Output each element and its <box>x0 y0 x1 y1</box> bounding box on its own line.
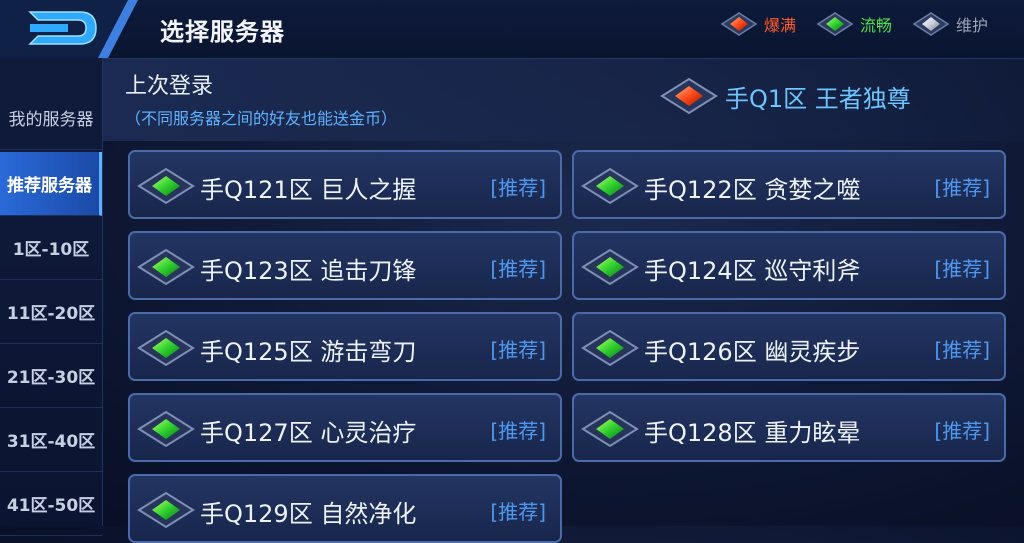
green-diamond-icon <box>581 248 639 286</box>
last-login-server[interactable]: 手Q1区 王者独尊 <box>659 77 911 115</box>
legend-smooth: 流畅 <box>816 12 892 36</box>
sidebar: 我的服务器 推荐服务器 1区-10区 11区-20区 21区-30区 31区-4… <box>0 58 103 536</box>
sidebar-item-31-40[interactable]: 31区-40区 <box>0 408 102 472</box>
recommended-tag: [推荐] <box>490 500 546 524</box>
last-login-title: 上次登录 <box>125 74 214 99</box>
server-card[interactable]: 手Q128区 重力眩晕 [推荐] <box>572 393 1006 462</box>
recommended-tag: [推荐] <box>490 419 546 443</box>
legend-smooth-label: 流畅 <box>859 16 892 35</box>
recommended-tag: [推荐] <box>934 338 990 362</box>
sidebar-item-label: 推荐服务器 <box>7 176 92 196</box>
sidebar-item-11-20[interactable]: 11区-20区 <box>0 280 102 344</box>
sidebar-item-label: 21区-30区 <box>6 368 96 388</box>
status-legend: 爆满 流畅 维护 <box>720 12 988 36</box>
last-login-note: （不同服务器之间的好友也能送金币） <box>125 109 398 128</box>
green-diamond-icon <box>581 329 639 367</box>
recommended-tag: [推荐] <box>490 257 546 281</box>
legend-full-label: 爆满 <box>763 16 796 35</box>
server-card[interactable]: 手Q126区 幽灵疾步 [推荐] <box>572 312 1006 381</box>
server-card[interactable]: 手Q121区 巨人之握 [推荐] <box>128 150 562 219</box>
server-name: 手Q125区 游击弯刀 <box>200 338 417 366</box>
sidebar-item-1-10[interactable]: 1区-10区 <box>0 216 102 280</box>
green-diamond-icon <box>137 167 195 205</box>
sidebar-item-label: 我的服务器 <box>8 110 94 130</box>
green-diamond-icon <box>581 167 639 205</box>
server-card[interactable]: 手Q124区 巡守利斧 [推荐] <box>572 231 1006 300</box>
last-login-server-name: 手Q1区 王者独尊 <box>725 84 911 113</box>
sidebar-item-label: 31区-40区 <box>6 432 96 452</box>
server-card[interactable]: 手Q125区 游击弯刀 [推荐] <box>128 312 562 381</box>
sidebar-item-41-50[interactable]: 41区-50区 <box>0 472 102 536</box>
sidebar-item-21-30[interactable]: 21区-30区 <box>0 344 102 408</box>
server-card[interactable]: 手Q123区 追击刀锋 [推荐] <box>128 231 562 300</box>
last-login-panel: 上次登录 （不同服务器之间的好友也能送金币） 手Q1区 王者独尊 <box>103 59 1024 141</box>
red-diamond-icon <box>720 12 758 36</box>
back-button[interactable] <box>0 0 140 58</box>
recommended-tag: [推荐] <box>934 257 990 281</box>
sidebar-item-my-servers[interactable]: 我的服务器 <box>0 86 102 150</box>
server-name: 手Q124区 巡守利斧 <box>644 257 861 285</box>
recommended-tag: [推荐] <box>490 176 546 200</box>
recommended-tag: [推荐] <box>934 176 990 200</box>
back-arrow-icon <box>0 0 138 58</box>
recommended-tag: [推荐] <box>490 338 546 362</box>
green-diamond-icon <box>137 248 195 286</box>
server-card[interactable]: 手Q127区 心灵治疗 [推荐] <box>128 393 562 462</box>
server-name: 手Q126区 幽灵疾步 <box>644 338 861 366</box>
green-diamond-icon <box>137 329 195 367</box>
green-diamond-icon <box>581 410 639 448</box>
green-diamond-icon <box>137 491 195 529</box>
page-title: 选择服务器 <box>160 18 285 46</box>
recommended-tag: [推荐] <box>934 419 990 443</box>
red-diamond-icon <box>660 77 718 115</box>
top-bar: 选择服务器 爆满 流畅 维护 <box>0 0 1024 59</box>
server-name: 手Q122区 贪婪之噬 <box>644 176 861 204</box>
green-diamond-icon <box>816 12 854 36</box>
server-name: 手Q129区 自然净化 <box>200 500 417 528</box>
server-card[interactable]: 手Q122区 贪婪之噬 [推荐] <box>572 150 1006 219</box>
gray-diamond-icon <box>912 12 950 36</box>
server-name: 手Q123区 追击刀锋 <box>200 257 417 285</box>
server-name: 手Q128区 重力眩晕 <box>644 419 861 447</box>
sidebar-item-label: 1区-10区 <box>12 240 90 260</box>
sidebar-item-recommended[interactable]: 推荐服务器 <box>0 152 102 216</box>
legend-maintenance-label: 维护 <box>955 16 988 35</box>
green-diamond-icon <box>137 410 195 448</box>
legend-full: 爆满 <box>720 12 796 36</box>
sidebar-item-label: 41区-50区 <box>6 496 96 516</box>
server-card[interactable]: 手Q129区 自然净化 [推荐] <box>128 474 562 543</box>
server-name: 手Q127区 心灵治疗 <box>200 419 417 447</box>
legend-maintenance: 维护 <box>912 12 988 36</box>
sidebar-item-label: 11区-20区 <box>6 304 96 324</box>
server-name: 手Q121区 巨人之握 <box>200 176 417 204</box>
